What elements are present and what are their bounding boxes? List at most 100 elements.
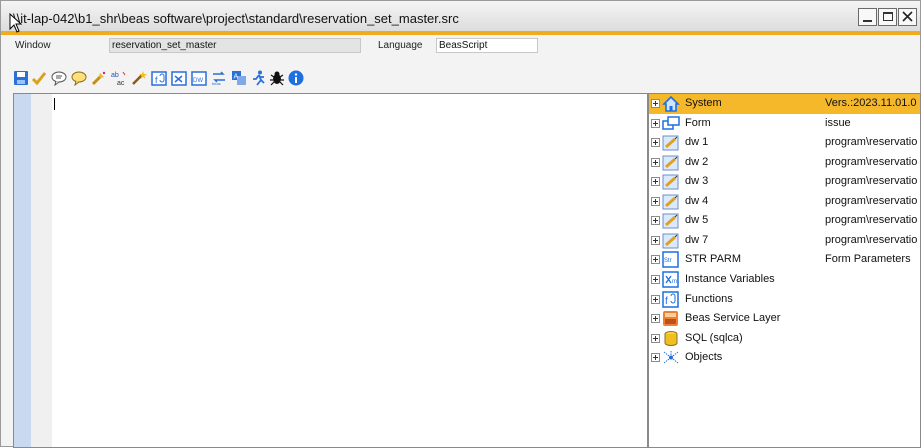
expand-icon[interactable] [651,157,660,167]
toolbar: ab ac f DW beas A [1,65,920,91]
uncomment-icon[interactable] [71,70,87,86]
datawindow-icon [662,212,680,229]
run-icon[interactable] [251,70,267,86]
svg-text:f: f [665,296,668,307]
expand-icon[interactable] [651,314,660,324]
tree-item-label: Instance Variables [685,272,775,285]
dw-icon[interactable]: DW [191,70,207,86]
tree-item[interactable]: Str STR PARM Form Parameters [649,250,920,270]
tree-item[interactable]: f Functions [649,290,920,310]
expand-icon[interactable] [651,353,660,363]
tree-item-value: program\reservatio [825,136,918,149]
maximize-icon [883,12,893,21]
form-icon [662,115,680,132]
language-label: Language [378,40,423,51]
tree-item-label: Form [685,116,711,129]
tree-item[interactable]: dw 5 program\reservatio [649,211,920,231]
title-bar: \\it-lap-042\b1_shr\beas software\projec… [1,1,920,35]
mouse-cursor-icon [9,13,23,33]
function-icon[interactable]: f [151,70,167,86]
svg-text:ab: ab [111,72,119,79]
tree-item-label: dw 2 [685,155,709,168]
close-button[interactable] [898,8,917,26]
tree-item-label: dw 4 [685,194,709,207]
language-field[interactable]: BeasScript [436,38,538,53]
minimize-icon [863,20,872,22]
datawindow-icon [662,173,680,190]
expand-icon[interactable] [651,196,660,206]
datawindow-icon [662,232,680,249]
svg-text:m: m [672,279,677,285]
debug-icon[interactable] [269,70,285,86]
tree-item[interactable]: dw 1 program\reservatio [649,133,920,153]
tree-item-label: Functions [685,292,733,305]
expand-icon[interactable] [651,99,660,108]
wand-icon[interactable] [131,70,147,86]
beas-icon[interactable]: beas [211,70,227,86]
tree-item[interactable]: dw 7 program\reservatio [649,231,920,251]
house-icon [662,95,680,112]
tree-item[interactable]: dw 2 program\reservatio [649,153,920,173]
xml-icon[interactable] [171,70,187,86]
tree-item[interactable]: Form issue [649,114,920,134]
service-layer-icon [662,310,680,327]
window-label: Window [15,40,51,51]
close-icon [902,11,913,22]
tree-item[interactable]: Objects [649,348,920,368]
tree-item[interactable]: dw 3 program\reservatio [649,172,920,192]
tree-item[interactable]: m Instance Variables [649,270,920,290]
expand-icon[interactable] [651,333,660,343]
tree-item[interactable]: Beas Service Layer [649,309,920,329]
expand-icon[interactable] [651,216,660,226]
tree-item-value: program\reservatio [825,233,918,246]
tree-item-label: Objects [685,351,723,364]
database-icon [662,330,680,347]
tree-item-label: Beas Service Layer [685,312,781,325]
tree-item-label: System [685,97,722,109]
replace-icon[interactable] [91,70,107,86]
tree-item-label: dw 7 [685,233,709,246]
datawindow-icon [662,154,680,171]
window-name-field[interactable]: reservation_set_master [109,38,361,53]
translate-icon[interactable]: A [231,70,247,86]
svg-text:ac: ac [117,80,125,86]
editor-gutter [14,94,31,447]
tree-item-value: program\reservatio [825,175,918,188]
svg-text:Str: Str [664,258,672,264]
code-editor[interactable] [13,93,648,448]
minimize-button[interactable] [858,8,877,26]
expand-icon[interactable] [651,138,660,148]
tree-item[interactable]: dw 4 program\reservatio [649,192,920,212]
tree-item-value: issue [825,116,851,129]
expand-icon[interactable] [651,294,660,304]
datawindow-icon [662,193,680,210]
check-icon[interactable] [31,70,47,86]
tree-item[interactable]: System Vers.:2023.11.01.0 [649,94,920,114]
expand-icon[interactable] [651,255,660,265]
expand-icon[interactable] [651,235,660,245]
comment-icon[interactable] [51,70,67,86]
tree-item-value: program\reservatio [825,194,918,207]
info-icon[interactable] [288,70,304,86]
save-icon[interactable] [13,70,29,86]
info-row: Window reservation_set_master Language B… [1,35,920,57]
abc-replace-icon[interactable]: abac [111,70,127,86]
tree-item-label: STR PARM [685,253,742,266]
expand-icon[interactable] [651,177,660,187]
svg-text:A: A [234,74,239,81]
tree-item[interactable]: SQL (sqlca) [649,329,920,349]
variables-icon: m [662,271,680,288]
tree-item-value: program\reservatio [825,155,918,168]
str-icon: Str [662,251,680,269]
maximize-button[interactable] [878,8,897,26]
editor-window: \\it-lap-042\b1_shr\beas software\projec… [0,0,921,448]
tree-item-label: dw 1 [685,136,709,149]
svg-text:beas: beas [212,81,221,86]
objects-icon [662,349,680,366]
tree-item-label: SQL (sqlca) [685,331,743,344]
svg-text:DW: DW [193,78,203,84]
expand-icon[interactable] [651,118,660,128]
functions-icon: f [662,290,680,308]
expand-icon[interactable] [651,274,660,284]
tree-item-label: dw 3 [685,175,709,188]
